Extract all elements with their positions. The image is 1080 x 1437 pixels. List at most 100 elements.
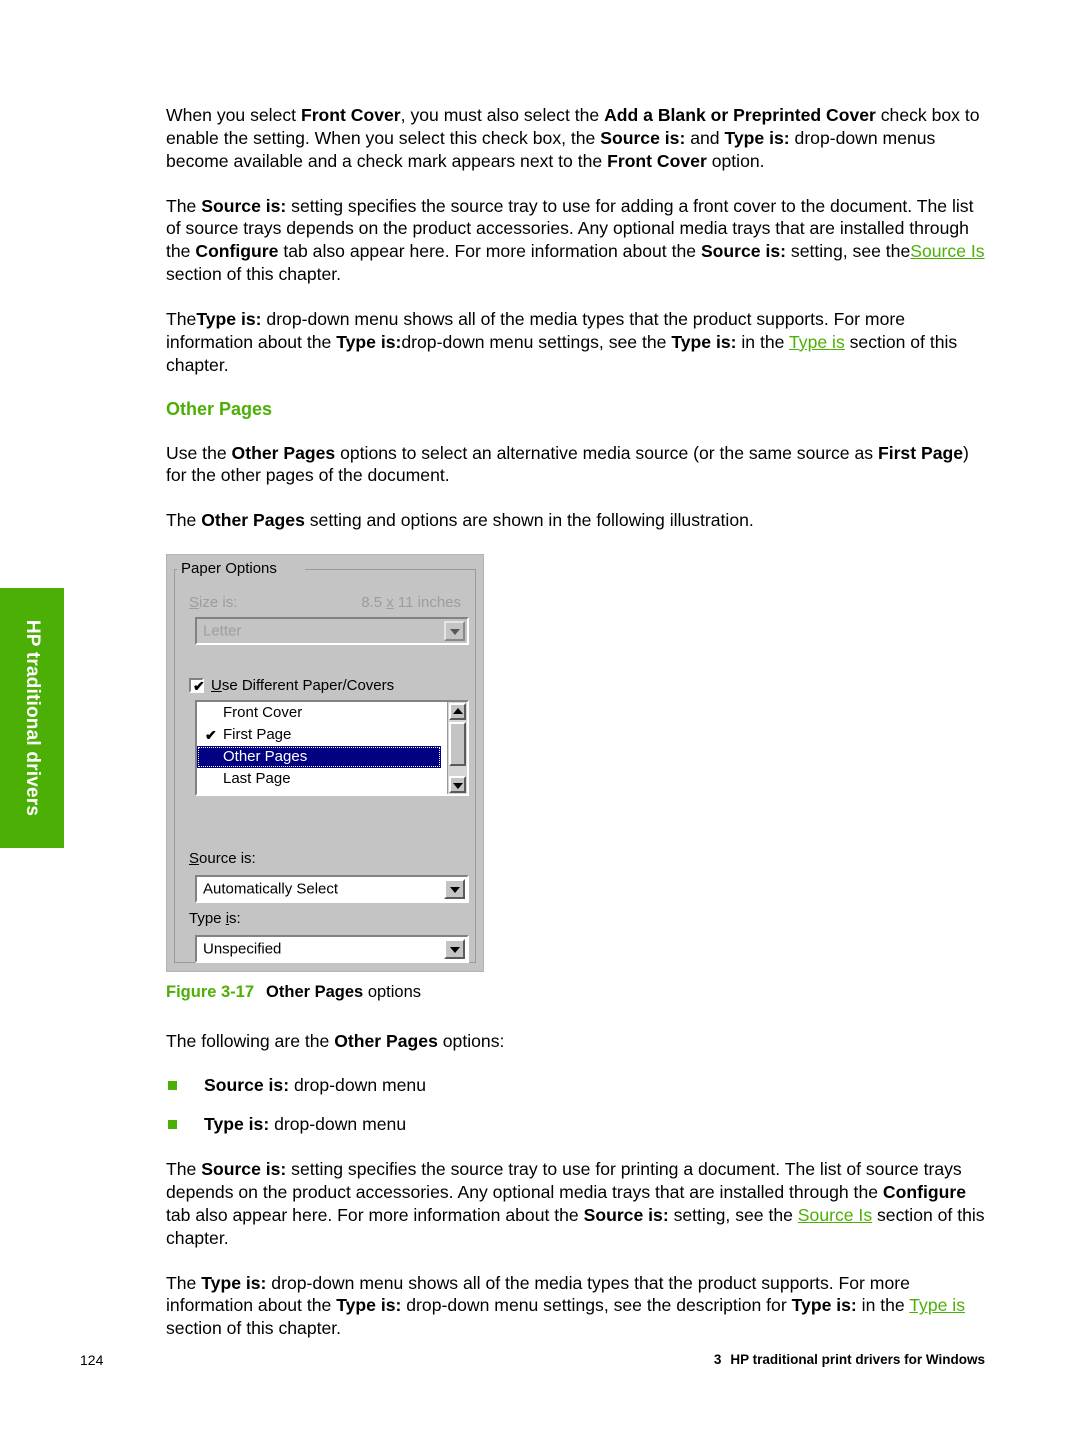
list-item: Type is: drop-down menu bbox=[166, 1113, 990, 1136]
type-is-label: Type is: bbox=[189, 910, 241, 928]
chapter-side-tab: HP traditional drivers bbox=[0, 588, 64, 848]
list-item-detail: drop-down menu bbox=[289, 1075, 426, 1096]
source-is-label: Source is: bbox=[189, 850, 256, 868]
list-item-label: Last Page bbox=[223, 770, 291, 788]
text-bold: Type is: bbox=[671, 331, 737, 352]
text-bold: First Page bbox=[877, 442, 964, 463]
type-is-dropdown-value: Unspecified bbox=[203, 940, 282, 958]
text-bold: Other Pages bbox=[334, 1030, 438, 1051]
list-item-detail: drop-down menu bbox=[269, 1114, 407, 1135]
text-bold: Type is: bbox=[196, 309, 262, 330]
section-heading-other-pages: Other Pages bbox=[166, 398, 273, 419]
text-run: section of this chapter. bbox=[166, 264, 342, 285]
page-content: When you select Front Cover, you must al… bbox=[166, 104, 990, 1340]
paragraph-options-lead: The following are the Other Pages option… bbox=[166, 1030, 990, 1053]
text-bold: Configure bbox=[882, 1182, 966, 1203]
figure-other-pages-options: Paper Options Size is: 8.5 x 11 inches L… bbox=[166, 554, 990, 1003]
text-run: tab also appear here. For more informati… bbox=[278, 241, 701, 262]
size-is-dropdown-button[interactable] bbox=[444, 621, 465, 642]
text-bold: Other Pages bbox=[201, 510, 305, 531]
list-item-label: Source is: bbox=[204, 1075, 290, 1096]
type-is-dropdown-button[interactable] bbox=[444, 939, 465, 960]
text-run: options to select an alternative media s… bbox=[335, 442, 878, 463]
text-run: options: bbox=[437, 1030, 505, 1051]
footer-chapter-number: 3 bbox=[713, 1352, 722, 1367]
options-bullet-list: Source is: drop-down menu Type is: drop-… bbox=[166, 1074, 990, 1136]
text-run: setting, see the bbox=[668, 1204, 798, 1225]
source-is-dropdown-value: Automatically Select bbox=[203, 880, 339, 898]
size-is-dropdown-value: Letter bbox=[203, 622, 242, 640]
checkbox-box: ✔ bbox=[189, 678, 205, 694]
paragraph-type-is-other: The Type is: drop-down menu shows all of… bbox=[166, 1272, 990, 1341]
text-run: tab also appear here. For more informati… bbox=[166, 1204, 584, 1225]
size-is-dropdown[interactable]: Letter bbox=[195, 617, 469, 646]
listbox-scrollbar[interactable] bbox=[447, 702, 467, 795]
text-run: Use the bbox=[166, 442, 232, 463]
footer-page-number: 124 bbox=[80, 1352, 104, 1368]
size-dimensions-label: 8.5 x 11 inches bbox=[361, 594, 461, 612]
text-run: in the bbox=[736, 331, 789, 352]
list-item-label: Type is: bbox=[204, 1114, 270, 1135]
cross-reference-type-is[interactable]: Type is bbox=[789, 332, 845, 352]
cross-reference-source-is[interactable]: Source Is bbox=[910, 241, 984, 261]
scrollbar-thumb[interactable] bbox=[449, 722, 466, 767]
scroll-up-button[interactable] bbox=[449, 703, 466, 721]
paragraph-type-is-front: TheType is: drop-down menu shows all of … bbox=[166, 308, 990, 377]
text-bold: Other Pages bbox=[231, 442, 336, 463]
figure-title: Other Pages options bbox=[266, 983, 422, 1002]
source-is-dropdown-button[interactable] bbox=[444, 879, 465, 900]
pages-listbox[interactable]: Front Cover ✔ First Page Other Pages Last… bbox=[195, 700, 469, 797]
paragraph-source-is-front: The Source is: setting specifies the sou… bbox=[166, 195, 990, 286]
text-bold: Type is: bbox=[791, 1295, 857, 1316]
text-bold: Type is: bbox=[201, 1272, 267, 1293]
text-bold: Type is: bbox=[336, 1295, 402, 1316]
bullet-square-icon bbox=[168, 1081, 177, 1091]
text-bold: Configure bbox=[195, 241, 279, 262]
list-item-label: First Page bbox=[223, 726, 292, 744]
list-item[interactable]: Front Cover bbox=[197, 702, 467, 724]
list-item-label: Other Pages bbox=[223, 748, 308, 766]
scroll-down-button[interactable] bbox=[449, 776, 466, 794]
text-run: The bbox=[166, 510, 202, 531]
text-bold: Add a Blank or Preprinted Cover bbox=[604, 105, 876, 125]
list-item[interactable]: Last Page bbox=[197, 768, 467, 790]
size-is-label: Size is: bbox=[189, 594, 238, 612]
text-run: The following are the bbox=[166, 1030, 335, 1051]
chapter-side-tab-label: HP traditional drivers bbox=[22, 619, 43, 817]
text-run: option. bbox=[706, 150, 765, 171]
list-item[interactable]: Back Cover bbox=[197, 790, 467, 794]
paper-options-group-title: Paper Options bbox=[177, 561, 281, 578]
text-run: The bbox=[166, 1159, 202, 1180]
text-run: drop-down menu settings, see the descrip… bbox=[401, 1295, 792, 1316]
list-item-label: Back Cover bbox=[223, 792, 301, 794]
text-bold: Source is: bbox=[583, 1204, 669, 1225]
text-run: The bbox=[166, 309, 197, 330]
paragraph-front-cover: When you select Front Cover, you must al… bbox=[166, 104, 990, 173]
chevron-down-icon bbox=[449, 887, 460, 894]
use-different-paper-covers-label: Use Different Paper/Covers bbox=[211, 677, 395, 695]
chevron-up-icon bbox=[452, 707, 463, 714]
cross-reference-type-is[interactable]: Type is bbox=[909, 1295, 965, 1315]
paper-options-dialog: Paper Options Size is: 8.5 x 11 inches L… bbox=[166, 554, 484, 973]
text-run: The bbox=[166, 195, 202, 216]
text-run: in the bbox=[856, 1295, 910, 1316]
chevron-down-icon bbox=[449, 947, 460, 954]
footer-chapter-title: HP traditional print drivers for Windows bbox=[730, 1352, 985, 1367]
text-bold: Type is: bbox=[724, 127, 790, 148]
list-item: Source is: drop-down menu bbox=[166, 1074, 990, 1097]
checkmark-icon: ✔ bbox=[205, 727, 217, 744]
cross-reference-source-is[interactable]: Source Is bbox=[798, 1205, 872, 1225]
type-is-dropdown[interactable]: Unspecified bbox=[195, 935, 469, 964]
text-run: , you must also select the bbox=[400, 105, 605, 125]
list-item[interactable]: Other Pages bbox=[197, 746, 441, 769]
source-is-dropdown[interactable]: Automatically Select bbox=[195, 875, 469, 904]
list-item[interactable]: ✔ First Page bbox=[197, 724, 467, 746]
text-run: setting, see the bbox=[786, 241, 911, 262]
text-bold: Source is: bbox=[700, 241, 787, 262]
chevron-down-icon bbox=[449, 629, 460, 636]
text-run: section of this chapter. bbox=[166, 1318, 342, 1339]
text-run: setting specifies the source tray to use… bbox=[166, 1159, 962, 1203]
text-bold: Type is: bbox=[336, 331, 402, 352]
text-bold: Source is: bbox=[201, 1159, 287, 1180]
text-bold: Source is: bbox=[600, 127, 686, 148]
